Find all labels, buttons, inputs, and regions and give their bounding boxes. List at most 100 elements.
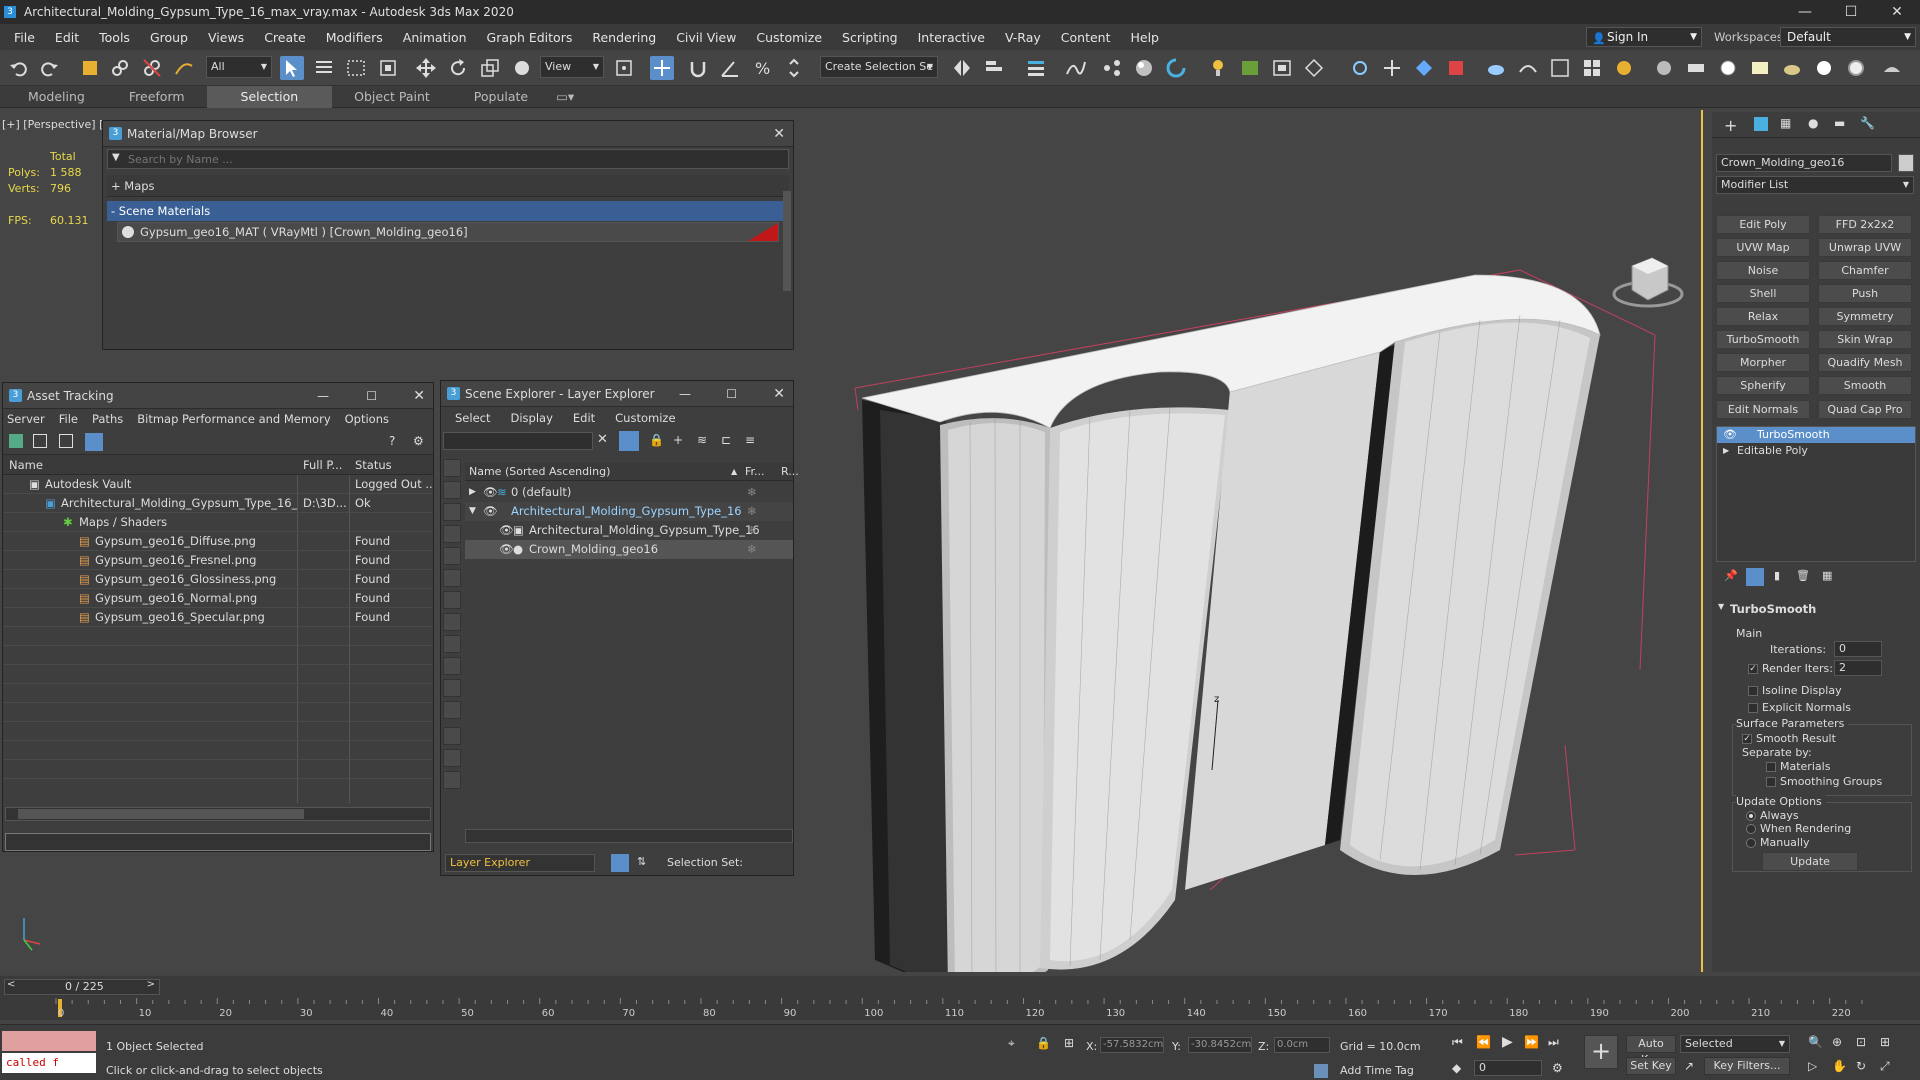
visibility-eye-icon[interactable]: 👁	[499, 521, 514, 540]
configure-sets-icon[interactable]: ▦	[1822, 569, 1832, 582]
uvw-map-button[interactable]: UVW Map	[1716, 238, 1810, 257]
table-row[interactable]: ▤ Gypsum_geo16_Normal.png Found	[3, 589, 433, 608]
zoom-icon[interactable]: 🔍	[1808, 1035, 1823, 1049]
go-to-end-icon[interactable]: ⏭	[1548, 1035, 1559, 1050]
menu-civil-view[interactable]: Civil View	[666, 30, 746, 45]
vray-tool-2-icon[interactable]	[1380, 56, 1404, 80]
edit-normals-button[interactable]: Edit Normals	[1716, 400, 1810, 419]
shell-button[interactable]: Shell	[1716, 284, 1810, 303]
sign-in-dropdown[interactable]: 👤 Sign In ▼	[1586, 27, 1702, 47]
asset-tracking-titlebar[interactable]: 3 Asset Tracking — ☐ ✕	[3, 383, 433, 409]
display-tab-icon[interactable]: ▬	[1834, 116, 1845, 130]
freeze-icon[interactable]: ❄	[747, 540, 757, 559]
utilities-tab-icon[interactable]: 🔧	[1860, 116, 1875, 130]
col-name[interactable]: Name	[9, 455, 43, 475]
add-time-tag-label[interactable]: Add Time Tag	[1340, 1064, 1414, 1077]
render-production-icon[interactable]	[1302, 56, 1326, 80]
current-frame-spinner[interactable]: 0	[1474, 1060, 1542, 1076]
vray-tool-3-icon[interactable]	[1412, 56, 1436, 80]
settings-icon[interactable]: ⚙	[413, 434, 424, 448]
key-tangent-icon[interactable]: ↗	[1684, 1059, 1694, 1073]
scene-explorer-titlebar[interactable]: 3 Scene Explorer - Layer Explorer — ☐ ✕	[441, 381, 793, 407]
mirror-icon[interactable]	[950, 56, 974, 80]
vray-tool-6-icon[interactable]	[1516, 56, 1540, 80]
visibility-eye-icon[interactable]: 👁	[483, 483, 498, 502]
undo-icon[interactable]	[6, 56, 30, 80]
menu-tools[interactable]: Tools	[89, 30, 140, 45]
maxscript-listener-pink[interactable]	[2, 1031, 96, 1051]
vray-tool-9-icon[interactable]	[1612, 56, 1636, 80]
reference-coord-dropdown[interactable]: View ▼	[540, 56, 604, 78]
material-browser-titlebar[interactable]: 3 Material/Map Browser ✕	[103, 121, 793, 147]
select-and-link-icon[interactable]	[78, 56, 102, 80]
close-icon[interactable]: ✕	[773, 381, 785, 407]
vray-tool-7-icon[interactable]	[1548, 56, 1572, 80]
display-cameras-icon[interactable]	[443, 525, 461, 543]
refresh-icon[interactable]	[9, 434, 23, 448]
menu-file[interactable]: File	[59, 412, 78, 426]
skin-wrap-button[interactable]: Skin Wrap	[1818, 330, 1912, 349]
scene-explorer-filter-input[interactable]	[443, 432, 593, 450]
col-frozen[interactable]: Fr...	[745, 463, 765, 481]
new-layer-icon[interactable]: +	[673, 433, 683, 447]
pan-icon[interactable]: ✋	[1832, 1059, 1847, 1073]
hierarchy-icon[interactable]: ⊏	[721, 433, 731, 447]
menu-rendering[interactable]: Rendering	[582, 30, 666, 45]
chevron-down-icon[interactable]: ▼	[112, 152, 120, 163]
list-view-icon[interactable]	[33, 434, 47, 448]
orbit-icon[interactable]: ↻	[1856, 1059, 1866, 1073]
iterations-spinner[interactable]: 0	[1834, 641, 1882, 657]
create-tab-icon[interactable]: +	[1724, 116, 1737, 135]
chamfer-button[interactable]: Chamfer	[1818, 261, 1912, 280]
material-editor-icon[interactable]	[1132, 56, 1156, 80]
vray-tool-4-icon[interactable]	[1444, 56, 1468, 80]
menu-group[interactable]: Group	[140, 30, 198, 45]
display-all-icon[interactable]	[443, 727, 461, 745]
light-icon[interactable]	[1206, 56, 1230, 80]
maximize-icon[interactable]: ☐	[1828, 0, 1874, 24]
vray-tool-5-icon[interactable]	[1484, 56, 1508, 80]
frame-buffer-icon[interactable]	[1238, 56, 1262, 80]
expand-icon[interactable]: ▶	[469, 483, 476, 502]
object-name-field[interactable]: Crown_Molding_geo16	[1716, 154, 1892, 172]
selection-lock-icon[interactable]: 🔒	[1036, 1036, 1051, 1050]
display-bones-icon[interactable]	[443, 635, 461, 653]
z-coord-field[interactable]: 0.0cm	[1274, 1037, 1330, 1053]
close-icon[interactable]: ✕	[413, 383, 425, 409]
freeze-icon[interactable]: ❄	[747, 502, 757, 521]
isoline-checkbox[interactable]	[1748, 686, 1758, 696]
menu-modifiers[interactable]: Modifiers	[316, 30, 393, 45]
vray-tool-13-icon[interactable]	[1748, 56, 1772, 80]
time-slider[interactable]: < 0 / 225 >	[4, 979, 160, 995]
vray-tool-12-icon[interactable]	[1716, 56, 1740, 80]
update-manually-radio[interactable]	[1746, 838, 1756, 848]
window-crossing-icon[interactable]	[376, 56, 400, 80]
display-helpers-icon[interactable]	[443, 547, 461, 565]
layers-icon[interactable]: ≋	[697, 433, 707, 447]
track-bar[interactable]: 0 10 20 30 40 50 60 70 80 90 100 110 120 130 140 150 160…	[0, 996, 1920, 1020]
y-coord-field[interactable]: -30.8452cm	[1188, 1037, 1252, 1053]
ribbon-options-icon[interactable]: ▭▾	[550, 86, 580, 108]
tree-row-layer-molding[interactable]: ▼ 👁 ≋ Architectural_Molding_Gypsum_Type_16 ❄	[465, 502, 793, 521]
pin-stack-icon[interactable]: 📌	[1724, 569, 1738, 582]
help-icon[interactable]: ?	[389, 434, 395, 448]
modifier-list-dropdown[interactable]: Modifier List ▼	[1716, 176, 1914, 194]
explorer-mode-dropdown[interactable]: Layer Explorer	[445, 854, 595, 872]
redo-icon[interactable]	[38, 56, 62, 80]
schematic-view-icon[interactable]	[1100, 56, 1124, 80]
tab-object-paint[interactable]: Object Paint	[332, 86, 452, 108]
turbosmooth-button[interactable]: TurboSmooth	[1716, 330, 1810, 349]
vray-tool-15-icon[interactable]	[1812, 56, 1836, 80]
lock-icon[interactable]: 🔒	[649, 433, 664, 447]
align-icon[interactable]	[982, 56, 1006, 80]
material-search-input[interactable]	[128, 151, 768, 167]
table-row[interactable]: ▤ Gypsum_geo16_Fresnel.png Found	[3, 551, 433, 570]
morpher-button[interactable]: Morpher	[1716, 353, 1810, 372]
menu-server[interactable]: Server	[7, 412, 45, 426]
selection-filter-dropdown[interactable]: All ▼	[206, 56, 272, 78]
vray-tool-14-icon[interactable]	[1780, 56, 1804, 80]
hierarchy-tab-icon[interactable]: ▦	[1780, 116, 1791, 130]
stack-icon[interactable]: ≡	[745, 433, 755, 447]
unlink-icon[interactable]	[140, 56, 164, 80]
tab-modeling[interactable]: Modeling	[0, 86, 107, 108]
